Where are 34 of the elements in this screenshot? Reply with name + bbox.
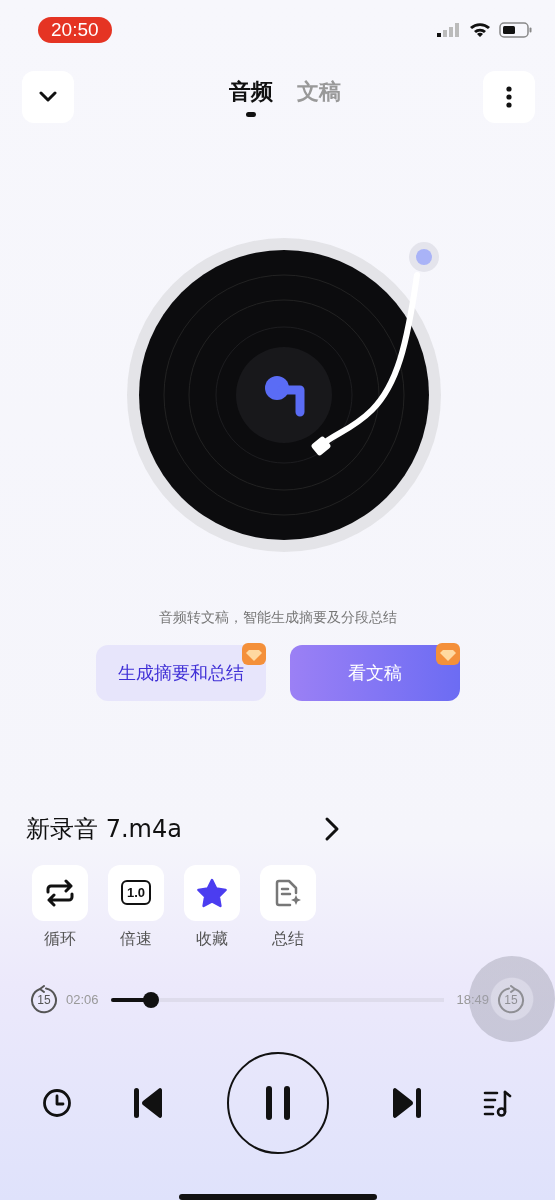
action-label: 收藏 — [196, 928, 228, 950]
document-sparkle-icon — [273, 877, 303, 908]
tab[interactable]: 音频 — [228, 76, 273, 117]
collapse-button[interactable] — [22, 70, 74, 123]
diamond-badge-icon — [436, 642, 460, 665]
pause-button[interactable] — [226, 1051, 329, 1154]
repeat-icon — [44, 878, 76, 907]
more-icon — [505, 84, 513, 109]
timer-icon[interactable] — [42, 1087, 72, 1118]
skip-back-button[interactable]: 15 — [28, 983, 60, 1016]
action-label: 总结 — [272, 928, 304, 950]
diamond-badge-icon — [242, 642, 266, 665]
status-time: 20:50 — [38, 17, 112, 44]
action-button[interactable]: 生成摘要和总结 — [95, 644, 266, 701]
battery-icon — [499, 22, 533, 39]
speed-button[interactable]: 1.0 — [108, 864, 164, 921]
file-name: 新录音 7.m4a — [26, 813, 183, 845]
action-label: 倍速 — [120, 928, 152, 950]
chevron-right-icon[interactable] — [324, 815, 340, 842]
elapsed-time: 02:06 — [66, 992, 99, 1008]
total-time: 18:49 — [456, 992, 489, 1008]
wifi-icon — [469, 22, 491, 39]
loop-button[interactable] — [32, 864, 88, 921]
action-button[interactable]: 看文稿 — [289, 644, 460, 701]
chevron-down-icon — [38, 90, 58, 103]
summary-button[interactable] — [260, 864, 316, 921]
feature-description: 音频转文稿，智能生成摘要及分段总结 — [157, 608, 398, 627]
action-label: 循环 — [44, 928, 76, 950]
pause-icon — [263, 1084, 292, 1121]
signal-icon — [437, 23, 461, 38]
progress-thumb[interactable] — [142, 991, 159, 1008]
more-button[interactable] — [483, 70, 535, 123]
star-icon — [196, 877, 228, 908]
favorite-button[interactable] — [184, 864, 240, 921]
